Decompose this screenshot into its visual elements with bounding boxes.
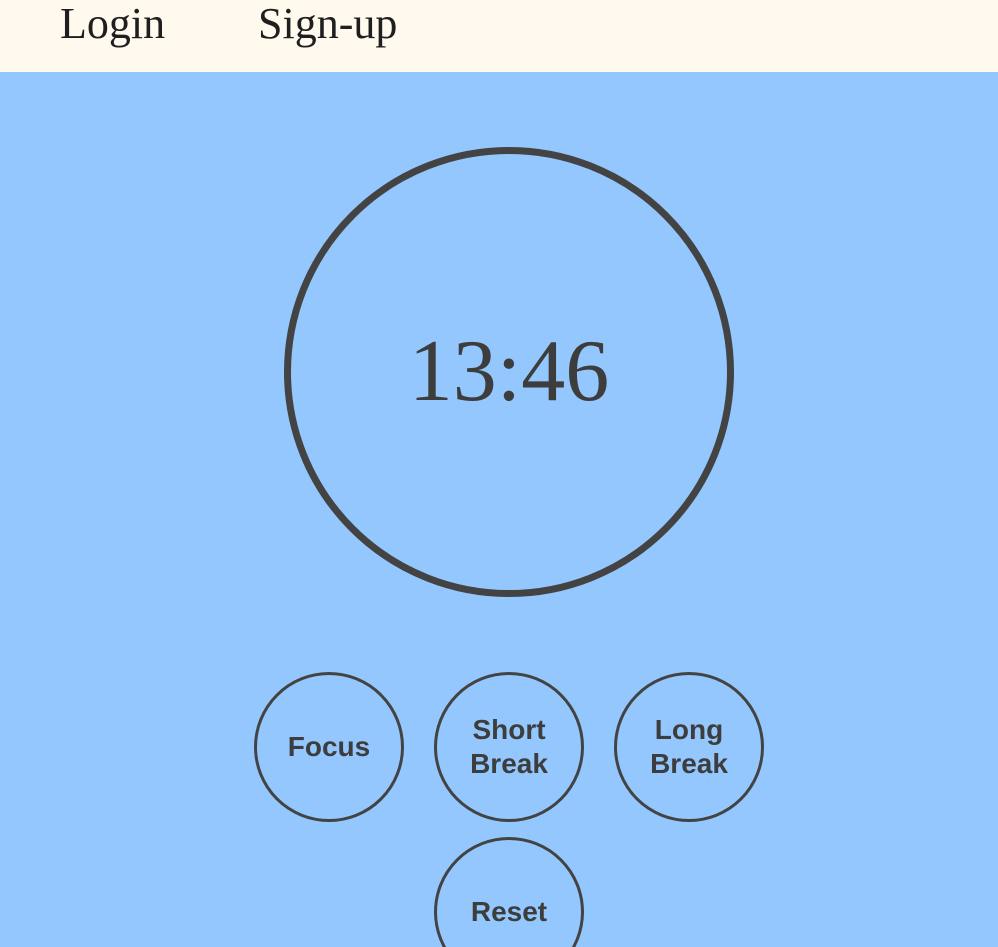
timer-display: 13:46: [408, 323, 610, 420]
reset-button-label: Reset: [470, 896, 548, 927]
short-break-button[interactable]: Short Break: [434, 672, 584, 822]
long-break-button[interactable]: Long Break: [614, 672, 764, 822]
long-break-button-label: Long Break: [650, 714, 728, 779]
focus-button[interactable]: Focus: [254, 672, 404, 822]
reset-button[interactable]: Reset: [434, 837, 584, 947]
top-nav-bar: Login Sign-up: [0, 0, 998, 72]
focus-button-label: Focus: [287, 731, 371, 762]
short-break-button-label: Short Break: [470, 714, 548, 779]
timer-circle: 13:46: [284, 147, 734, 597]
login-link[interactable]: Login: [60, 0, 165, 48]
signup-link[interactable]: Sign-up: [258, 0, 397, 48]
